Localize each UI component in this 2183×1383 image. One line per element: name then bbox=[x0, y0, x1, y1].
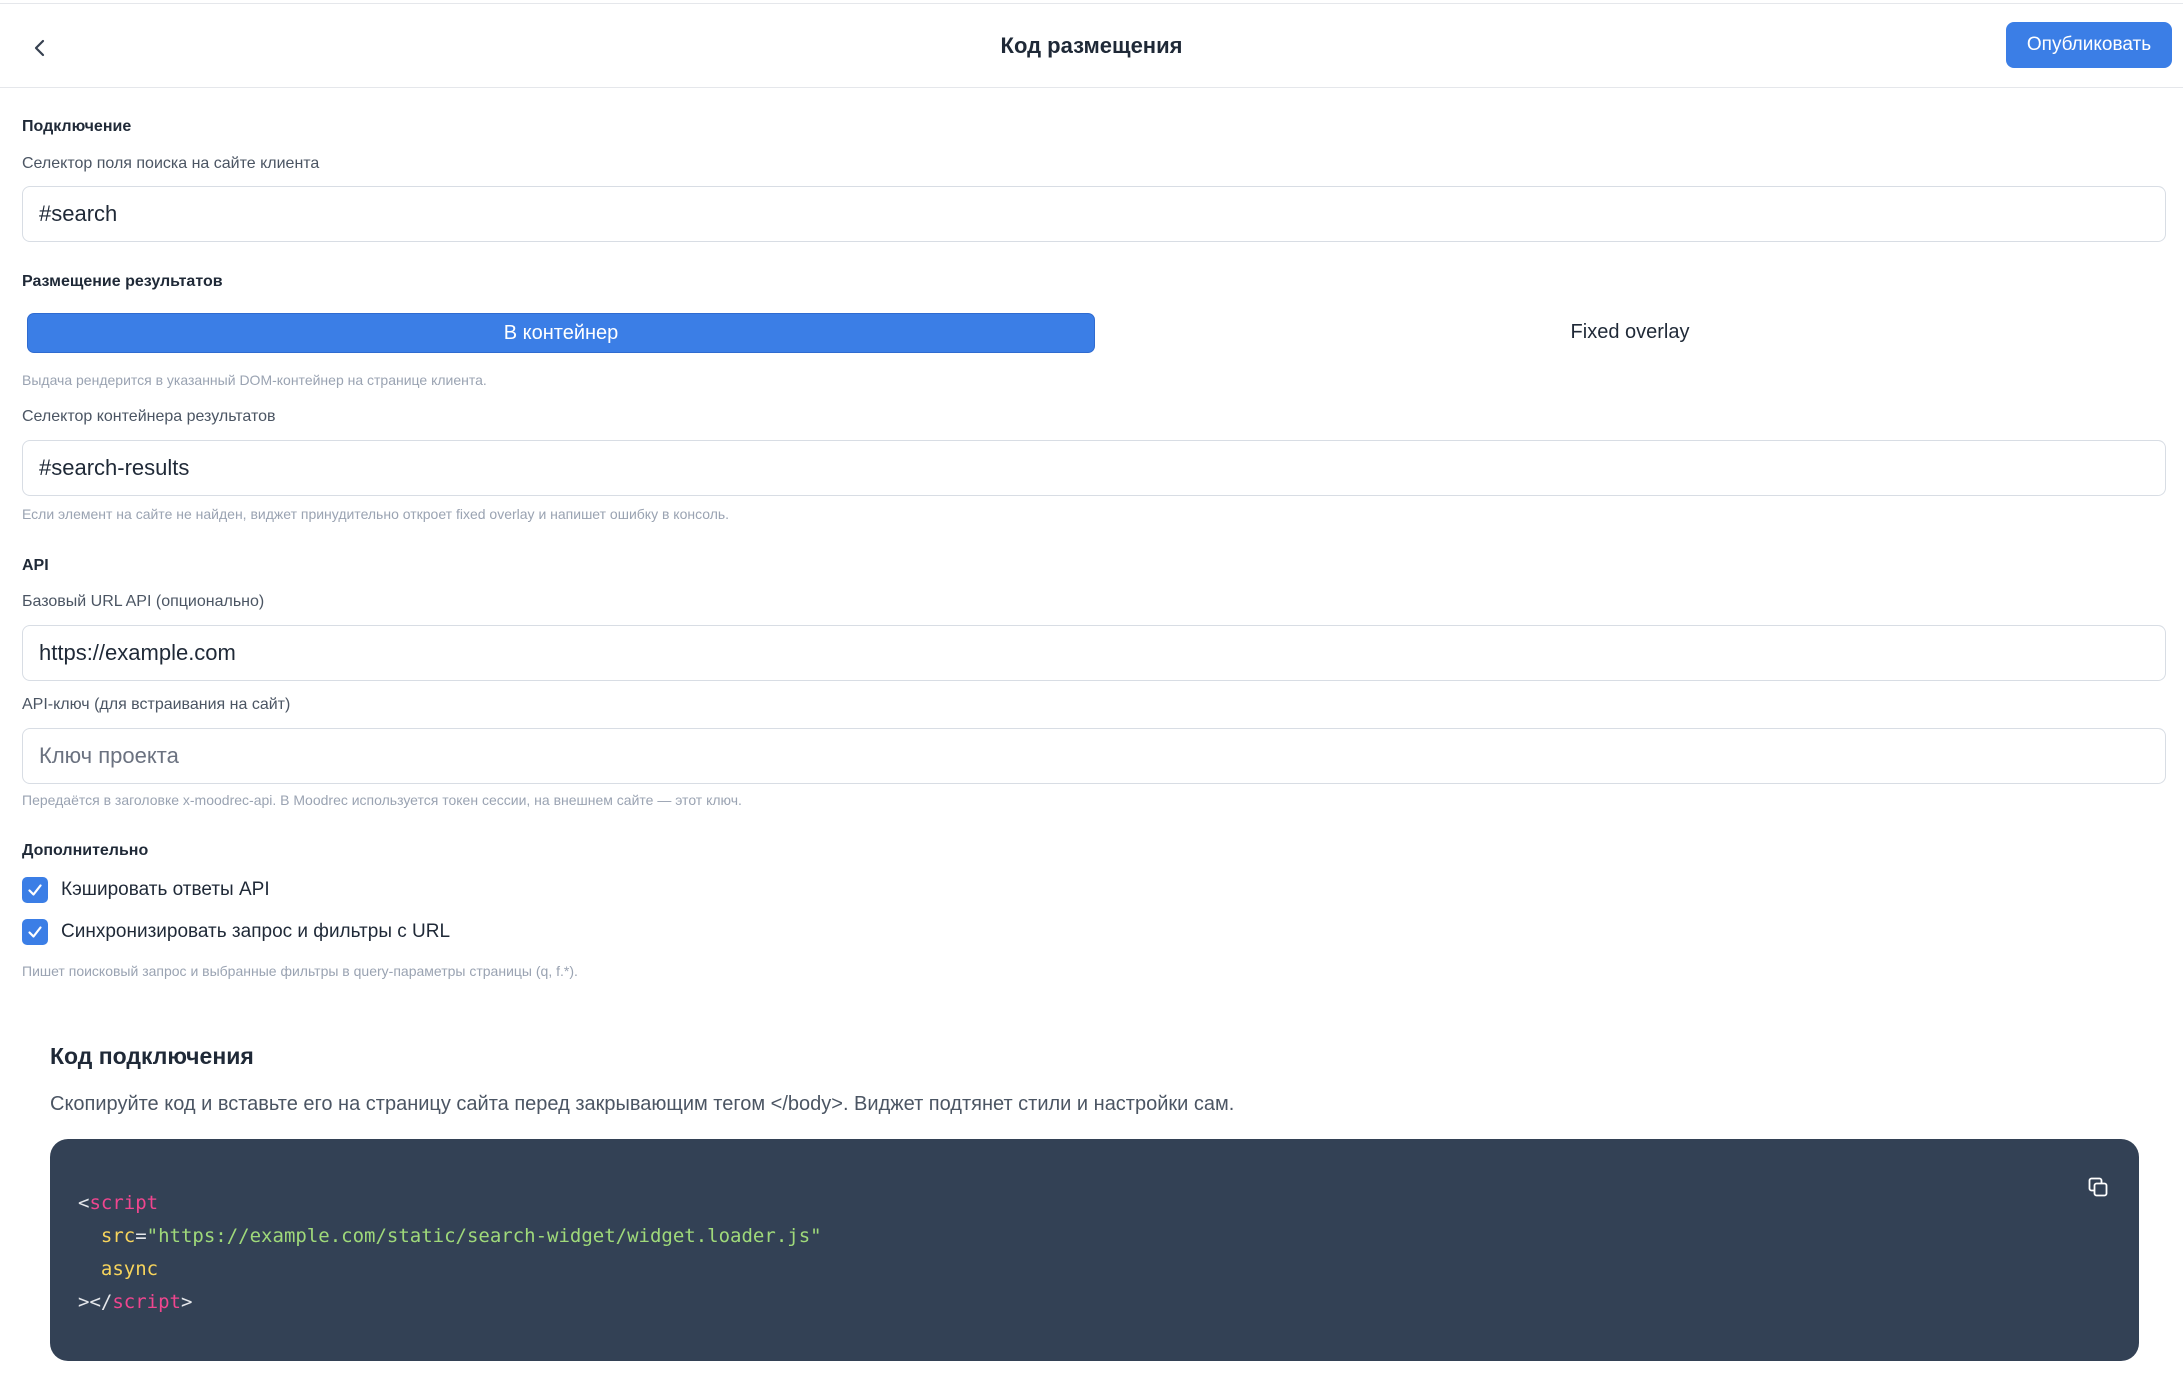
copy-icon bbox=[2088, 1177, 2108, 1197]
section-title-connection: Подключение bbox=[22, 118, 132, 135]
section-title-extra: Дополнительно bbox=[22, 842, 149, 859]
api-key-hint: Передаётся в заголовке x-moodrec-api. В … bbox=[22, 792, 742, 808]
code-tag-open: script bbox=[89, 1192, 159, 1214]
page-header: Код размещения Опубликовать bbox=[0, 4, 2183, 88]
placement-hint: Выдача рендерится в указанный DOM-контей… bbox=[22, 372, 487, 388]
container-selector-hint: Если элемент на сайте не найден, виджет … bbox=[22, 506, 730, 522]
sync-url-hint: Пишет поисковый запрос и выбранные фильт… bbox=[22, 963, 578, 979]
search-selector-input[interactable] bbox=[22, 186, 2166, 242]
embed-code-title: Код подключения bbox=[50, 1043, 254, 1069]
code-src-value: "https://example.com/static/search-widge… bbox=[146, 1225, 822, 1247]
section-title-placement: Размещение результатов bbox=[22, 273, 223, 290]
placement-option-container[interactable]: В контейнер bbox=[28, 314, 1094, 352]
checkmark-icon bbox=[28, 926, 42, 938]
code-tag-close: script bbox=[112, 1291, 181, 1313]
sync-url-label: Синхронизировать запрос и фильтры с URL bbox=[61, 921, 451, 942]
placement-segmented-control: В контейнер Fixed overlay bbox=[22, 310, 2166, 354]
base-url-input[interactable] bbox=[22, 625, 2166, 681]
cache-api-checkbox-row[interactable]: Кэшировать ответы API bbox=[22, 877, 270, 903]
sync-url-checkbox-row[interactable]: Синхронизировать запрос и фильтры с URL bbox=[22, 919, 450, 945]
placement-option-fixed-overlay[interactable]: Fixed overlay bbox=[1094, 310, 2166, 354]
code-punct: = bbox=[135, 1225, 147, 1247]
code-attr-src: src bbox=[100, 1225, 136, 1247]
copy-code-button[interactable] bbox=[2084, 1173, 2112, 1201]
sync-url-checkbox[interactable] bbox=[22, 919, 48, 945]
publish-button[interactable]: Опубликовать bbox=[2006, 22, 2172, 68]
code-punct: > bbox=[180, 1291, 193, 1313]
code-punct: < bbox=[78, 1192, 90, 1214]
code-punct: ></ bbox=[78, 1291, 113, 1313]
container-selector-label: Селектор контейнера результатов bbox=[22, 408, 276, 425]
checkmark-icon bbox=[28, 884, 42, 896]
search-selector-label: Селектор поля поиска на сайте клиента bbox=[22, 155, 320, 172]
embed-code-description: Скопируйте код и вставьте его на страниц… bbox=[50, 1093, 1235, 1115]
embed-code-block[interactable]: <script src="https://example.com/static/… bbox=[50, 1139, 2139, 1361]
cache-api-checkbox[interactable] bbox=[22, 877, 48, 903]
section-title-api: API bbox=[22, 557, 49, 574]
container-selector-input[interactable] bbox=[22, 440, 2166, 496]
base-url-label: Базовый URL API (опционально) bbox=[22, 593, 265, 610]
api-key-label: API-ключ (для встраивания на сайт) bbox=[22, 696, 291, 713]
api-key-input[interactable] bbox=[22, 728, 2166, 784]
embed-code-text: <script src="https://example.com/static/… bbox=[78, 1187, 822, 1319]
code-attr-async: async bbox=[100, 1258, 159, 1280]
cache-api-label: Кэшировать ответы API bbox=[61, 879, 270, 900]
page-title: Код размещения bbox=[1000, 33, 1183, 58]
